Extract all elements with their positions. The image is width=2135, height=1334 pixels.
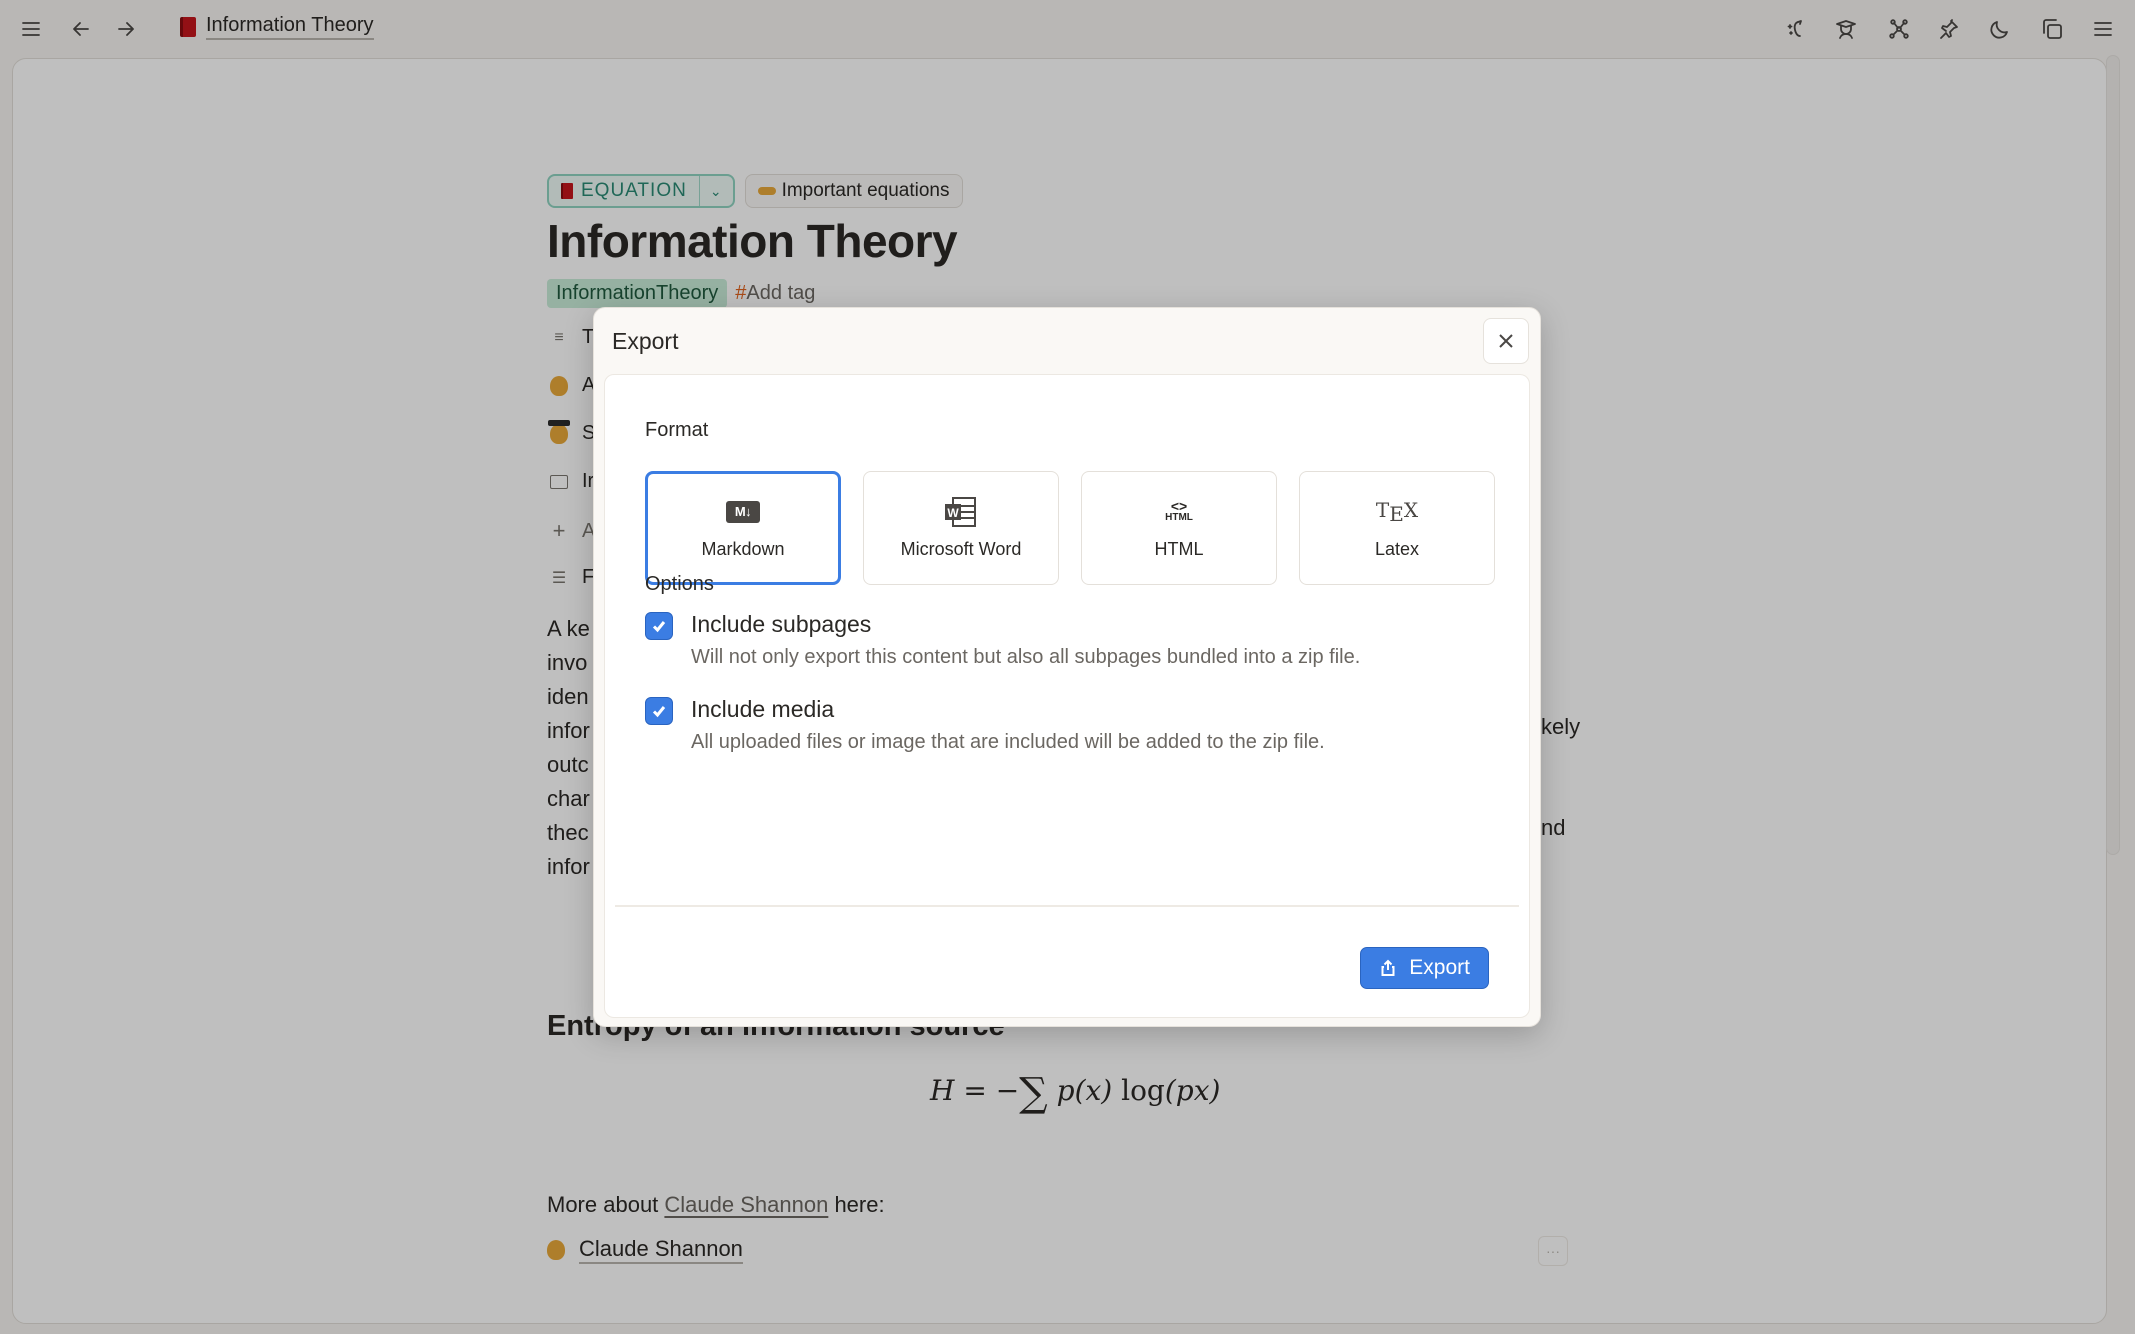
- export-button-label: Export: [1409, 956, 1470, 979]
- include-media-checkbox[interactable]: [645, 697, 673, 725]
- format-options: M↓ Markdown W Microsoft Word <> HTML HTML: [645, 471, 1495, 585]
- footer-divider: [615, 905, 1519, 907]
- format-label: Format: [645, 419, 709, 441]
- svg-text:W: W: [947, 506, 959, 520]
- option-include-subpages: Include subpages Will not only export th…: [645, 611, 1361, 669]
- include-subpages-checkbox[interactable]: [645, 612, 673, 640]
- option-title[interactable]: Include media: [691, 696, 1325, 723]
- close-button[interactable]: [1483, 318, 1529, 364]
- close-icon: [1499, 334, 1513, 348]
- option-include-media: Include media All uploaded files or imag…: [645, 696, 1325, 754]
- format-markdown[interactable]: M↓ Markdown: [645, 471, 841, 585]
- format-html[interactable]: <> HTML HTML: [1081, 471, 1277, 585]
- export-button[interactable]: Export: [1360, 947, 1489, 989]
- format-name: HTML: [1154, 538, 1204, 559]
- format-name: Microsoft Word: [900, 538, 1022, 559]
- options-label: Options: [645, 573, 714, 595]
- word-icon: W: [943, 496, 979, 527]
- format-microsoft-word[interactable]: W Microsoft Word: [863, 471, 1059, 585]
- share-upload-icon: [1381, 959, 1395, 976]
- format-latex[interactable]: TEX Latex: [1299, 471, 1495, 585]
- checkmark-icon: [652, 621, 666, 633]
- dialog-body: Format M↓ Markdown W Microsoft Word <> H…: [604, 374, 1530, 1018]
- markdown-icon: M↓: [726, 500, 760, 523]
- checkmark-icon: [652, 706, 666, 718]
- option-description: Will not only export this content but al…: [691, 646, 1361, 668]
- html-icon: <> HTML: [1165, 497, 1193, 523]
- export-dialog: Export Format M↓ Markdown W Microsoft Wo…: [593, 307, 1541, 1027]
- option-description: All uploaded files or image that are inc…: [691, 731, 1325, 753]
- format-name: Latex: [1374, 538, 1420, 559]
- format-name: Markdown: [701, 538, 785, 559]
- dialog-title: Export: [612, 328, 679, 354]
- tex-icon: TEX: [1375, 497, 1419, 526]
- option-title[interactable]: Include subpages: [691, 611, 1360, 638]
